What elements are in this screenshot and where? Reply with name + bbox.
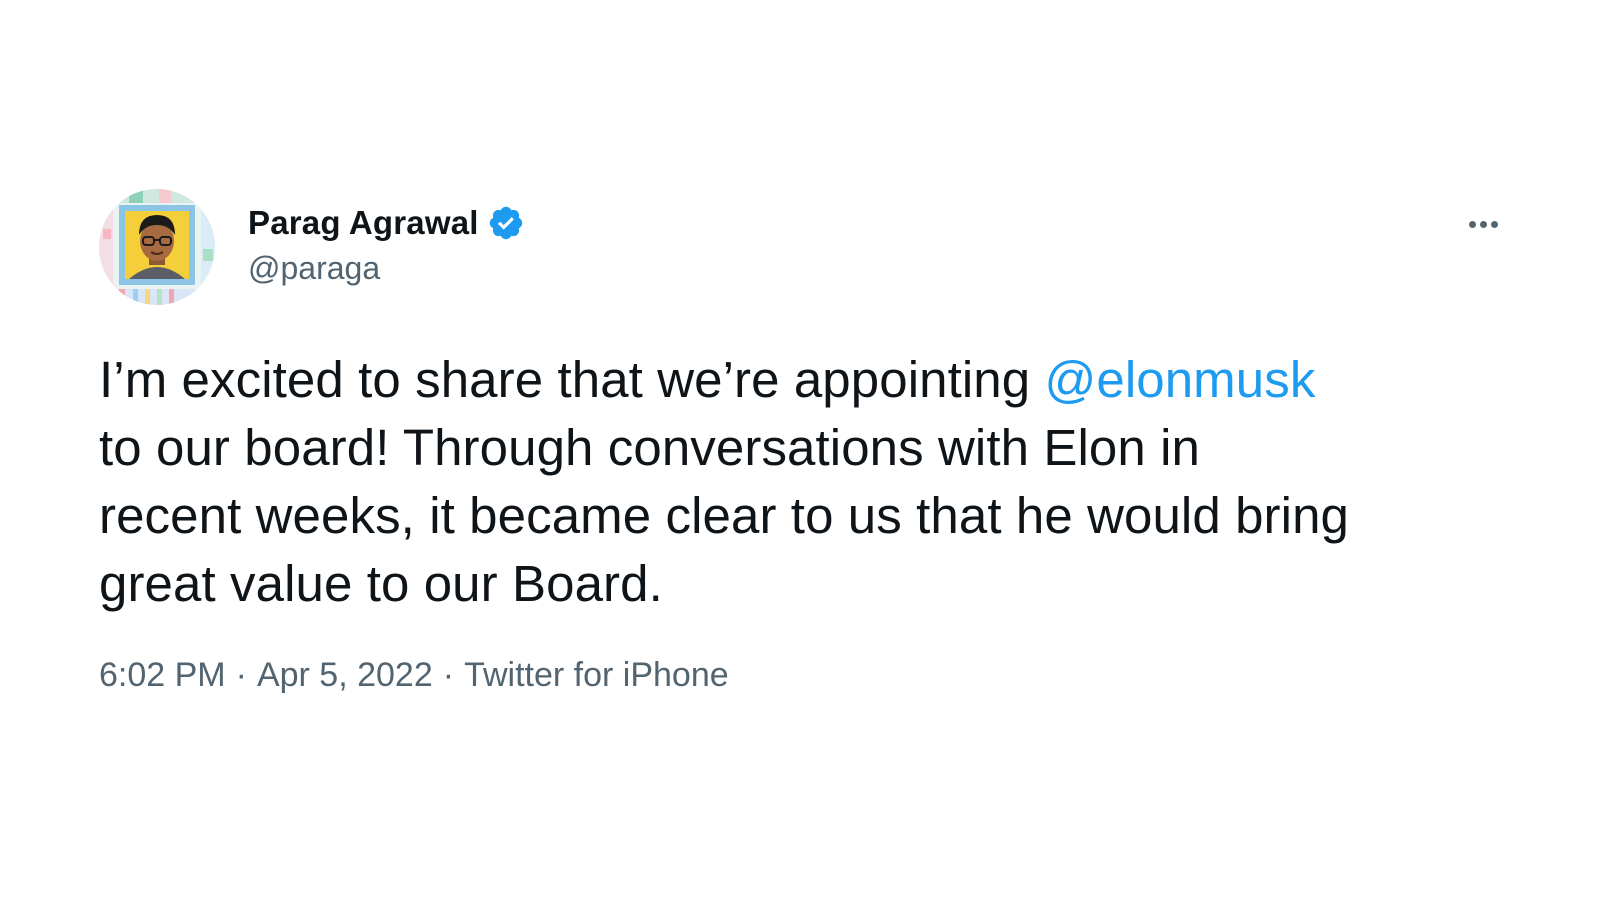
tweet-text-segment: I’m excited to share that we’re appointi… bbox=[99, 351, 1045, 408]
tweet-card: Parag Agrawal @paraga I’m excited to sha… bbox=[0, 0, 1600, 900]
tweet-text: I’m excited to share that we’re appointi… bbox=[99, 346, 1529, 618]
tweet-text-line: I’m excited to share that we’re appointi… bbox=[99, 346, 1529, 414]
tweet-text-line: recent weeks, it became clear to us that… bbox=[99, 487, 1349, 544]
tweet-source[interactable]: Twitter for iPhone bbox=[464, 656, 729, 694]
tweet-date[interactable]: Apr 5, 2022 bbox=[257, 656, 433, 694]
tweet-text-line: to our board! Through conversations with… bbox=[99, 419, 1201, 476]
more-options-button[interactable] bbox=[1458, 206, 1508, 242]
tweet-text-line: great value to our Board. bbox=[99, 555, 663, 612]
display-name[interactable]: Parag Agrawal bbox=[248, 204, 479, 242]
meta-separator: · bbox=[235, 656, 247, 694]
meta-separator: · bbox=[442, 656, 455, 694]
author-name-row[interactable]: Parag Agrawal bbox=[248, 203, 525, 243]
mention-link[interactable]: @elonmusk bbox=[1044, 351, 1315, 408]
more-options-icon bbox=[1490, 220, 1498, 228]
more-options-icon bbox=[1479, 220, 1487, 228]
user-handle[interactable]: @paraga bbox=[248, 250, 380, 287]
tweet-meta: 6:02 PM · Apr 5, 2022 · Twitter for iPhone bbox=[99, 656, 729, 695]
more-options-icon bbox=[1468, 220, 1476, 228]
verified-badge-icon bbox=[487, 204, 525, 242]
avatar[interactable] bbox=[99, 189, 215, 305]
tweet-time[interactable]: 6:02 PM bbox=[99, 656, 226, 694]
avatar-illustration bbox=[99, 189, 215, 305]
